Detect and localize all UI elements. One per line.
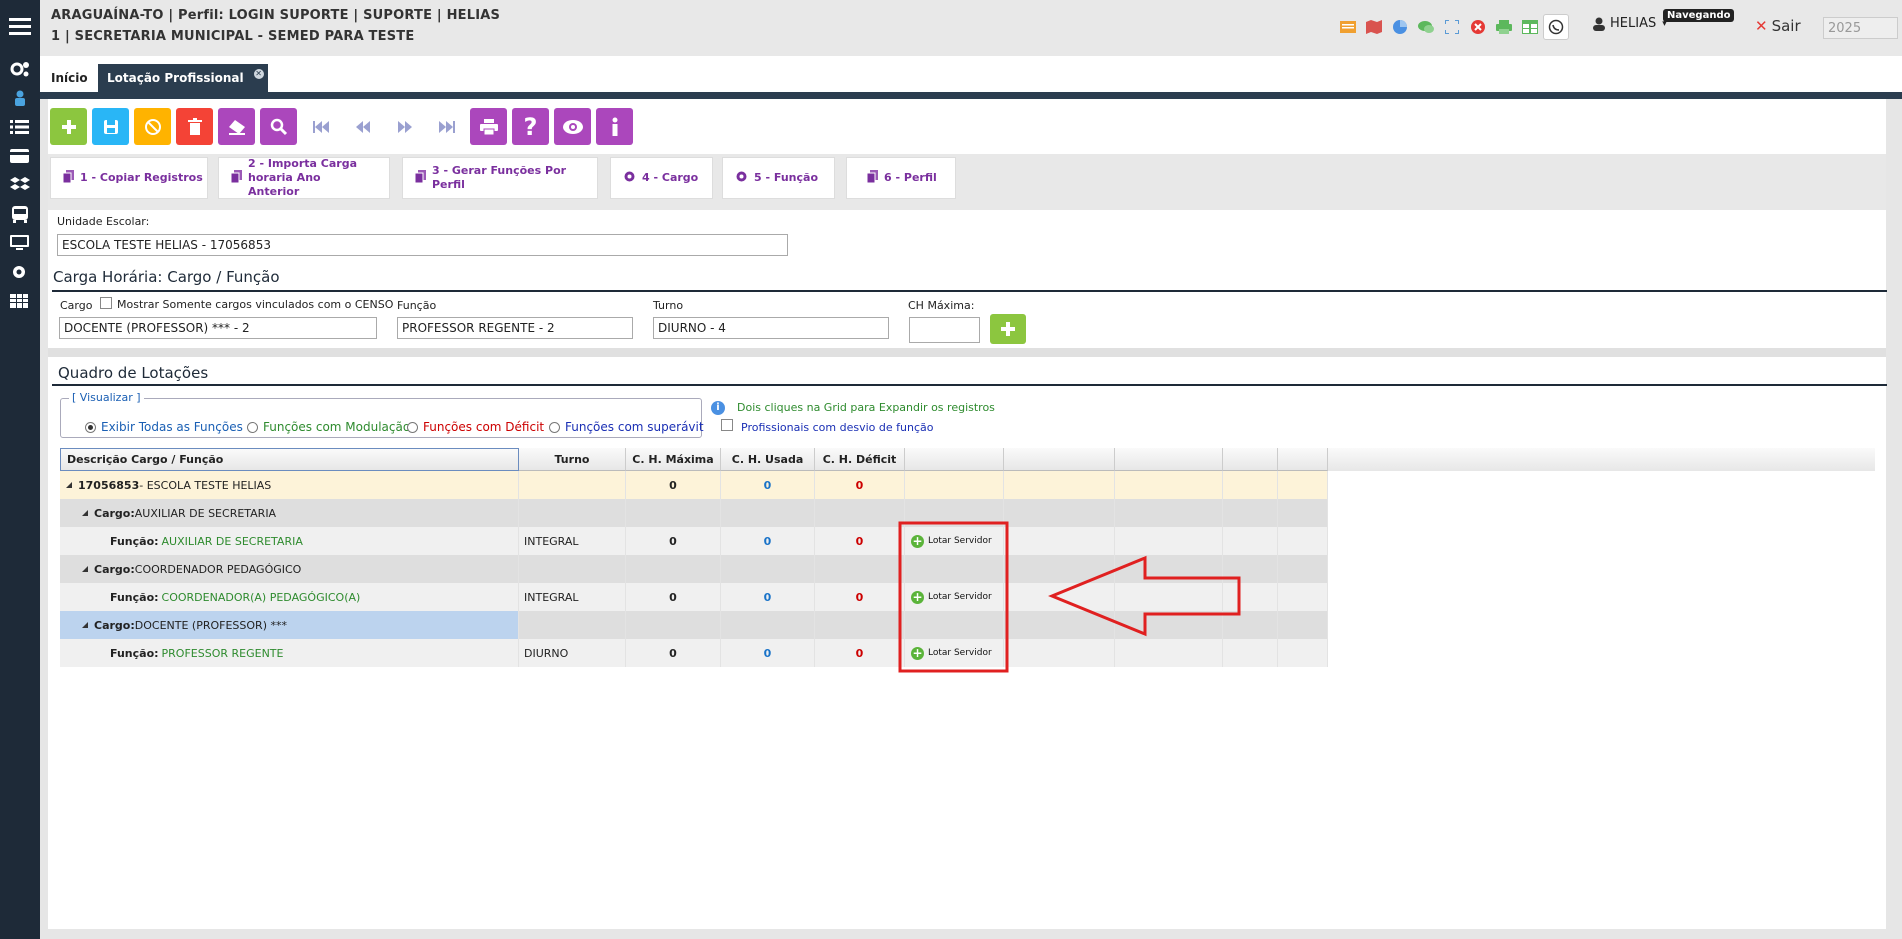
arrow-annotation	[1048, 555, 1241, 637]
highlight-box	[898, 521, 1009, 673]
annotation-overlay	[898, 521, 1241, 673]
